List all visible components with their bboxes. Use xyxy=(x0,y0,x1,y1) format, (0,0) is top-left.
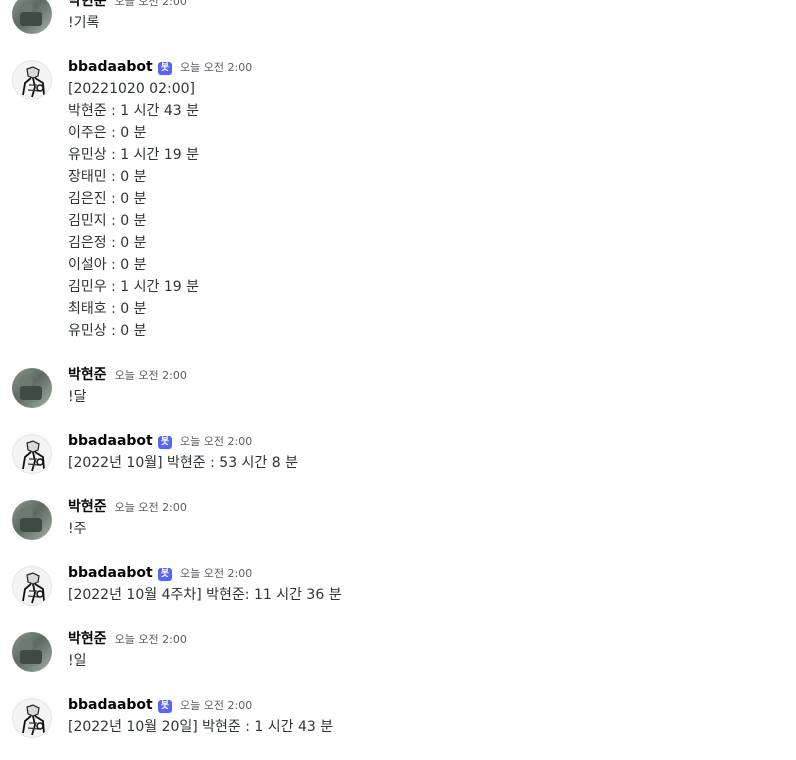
message-text: [2022년 10월] 박현준 : 53 시간 8 분 xyxy=(68,455,298,471)
message-text: !주 xyxy=(68,521,87,537)
timestamp: 오늘 오전 2:00 xyxy=(114,369,187,382)
username[interactable]: bbadaabot xyxy=(68,694,153,716)
bot-badge: 봇 xyxy=(157,568,173,581)
message: 박현준 오늘 오전 2:00 !기록 xyxy=(0,0,796,34)
message-text: 이설아 : 0 분 xyxy=(68,257,147,273)
message-text: 박현준 : 1 시간 43 분 xyxy=(68,103,199,119)
timestamp: 오늘 오전 2:00 xyxy=(114,501,187,514)
message: bbadaabot 봇 오늘 오전 2:00 [20221020 02:00] … xyxy=(0,56,796,342)
user-avatar[interactable] xyxy=(12,500,52,540)
message: 박현준 오늘 오전 2:00 !주 xyxy=(0,496,796,540)
message-feed: 박현준 오늘 오전 2:00 !기록 bbadaabot 봇 오늘 오전 2:0… xyxy=(0,0,796,760)
timestamp: 오늘 오전 2:00 xyxy=(180,61,253,74)
message-header: bbadaabot 봇 오늘 오전 2:00 xyxy=(68,430,796,452)
timestamp: 오늘 오전 2:00 xyxy=(114,0,187,8)
message-header: bbadaabot 봇 오늘 오전 2:00 xyxy=(68,56,796,78)
sketch-figure-icon xyxy=(22,440,45,472)
bot-badge: 봇 xyxy=(157,436,173,449)
message-text: 김은진 : 0 분 xyxy=(68,191,147,207)
sketch-figure-icon xyxy=(22,66,45,98)
timestamp: 오늘 오전 2:00 xyxy=(180,699,253,712)
message: bbadaabot 봇 오늘 오전 2:00 [2022년 10월 4주차] 박… xyxy=(0,562,796,606)
bot-badge: 봇 xyxy=(157,62,173,75)
message-text: [2022년 10월 4주차] 박현준: 11 시간 36 분 xyxy=(68,587,342,603)
user-avatar[interactable] xyxy=(12,0,52,34)
message-text: 김민우 : 1 시간 19 분 xyxy=(68,279,199,295)
user-avatar[interactable] xyxy=(12,368,52,408)
message: bbadaabot 봇 오늘 오전 2:00 [2022년 10월 20일] 박… xyxy=(0,694,796,738)
username[interactable]: bbadaabot xyxy=(68,562,153,584)
user-avatar[interactable] xyxy=(12,632,52,672)
message-text: 최태호 : 0 분 xyxy=(68,301,147,317)
timestamp: 오늘 오전 2:00 xyxy=(180,435,253,448)
bot-avatar[interactable] xyxy=(12,698,52,738)
message: bbadaabot 봇 오늘 오전 2:00 [2022년 10월] 박현준 :… xyxy=(0,430,796,474)
timestamp: 오늘 오전 2:00 xyxy=(180,567,253,580)
message: 박현준 오늘 오전 2:00 !일 xyxy=(0,628,796,672)
message-text: 김은정 : 0 분 xyxy=(68,235,147,251)
sketch-figure-icon xyxy=(22,572,45,604)
username[interactable]: bbadaabot xyxy=(68,56,153,78)
timestamp: 오늘 오전 2:00 xyxy=(114,633,187,646)
message-text: !일 xyxy=(68,653,87,669)
bot-avatar[interactable] xyxy=(12,434,52,474)
message-text: 유민상 : 1 시간 19 분 xyxy=(68,147,199,163)
bot-avatar[interactable] xyxy=(12,60,52,100)
message-text: 김민지 : 0 분 xyxy=(68,213,147,229)
username[interactable]: 박현준 xyxy=(68,628,107,650)
message-header: 박현준 오늘 오전 2:00 xyxy=(68,364,796,386)
message-text: [20221020 02:00] xyxy=(68,81,195,97)
username[interactable]: 박현준 xyxy=(68,496,107,518)
message: 박현준 오늘 오전 2:00 !달 xyxy=(0,364,796,408)
username[interactable]: bbadaabot xyxy=(68,430,153,452)
message-text: 유민상 : 0 분 xyxy=(68,323,147,339)
message-text: 이주은 : 0 분 xyxy=(68,125,147,141)
username[interactable]: 박현준 xyxy=(68,364,107,386)
message-text: [2022년 10월 20일] 박현준 : 1 시간 43 분 xyxy=(68,719,334,735)
bot-avatar[interactable] xyxy=(12,566,52,606)
message-header: 박현준 오늘 오전 2:00 xyxy=(68,0,796,12)
username[interactable]: 박현준 xyxy=(68,0,107,12)
bot-badge: 봇 xyxy=(157,700,173,713)
message-header: bbadaabot 봇 오늘 오전 2:00 xyxy=(68,562,796,584)
message-header: bbadaabot 봇 오늘 오전 2:00 xyxy=(68,694,796,716)
message-header: 박현준 오늘 오전 2:00 xyxy=(68,628,796,650)
message-text: 장태민 : 0 분 xyxy=(68,169,147,185)
message-text: !기록 xyxy=(68,15,100,31)
message-header: 박현준 오늘 오전 2:00 xyxy=(68,496,796,518)
message-text: !달 xyxy=(68,389,87,405)
sketch-figure-icon xyxy=(22,704,45,736)
